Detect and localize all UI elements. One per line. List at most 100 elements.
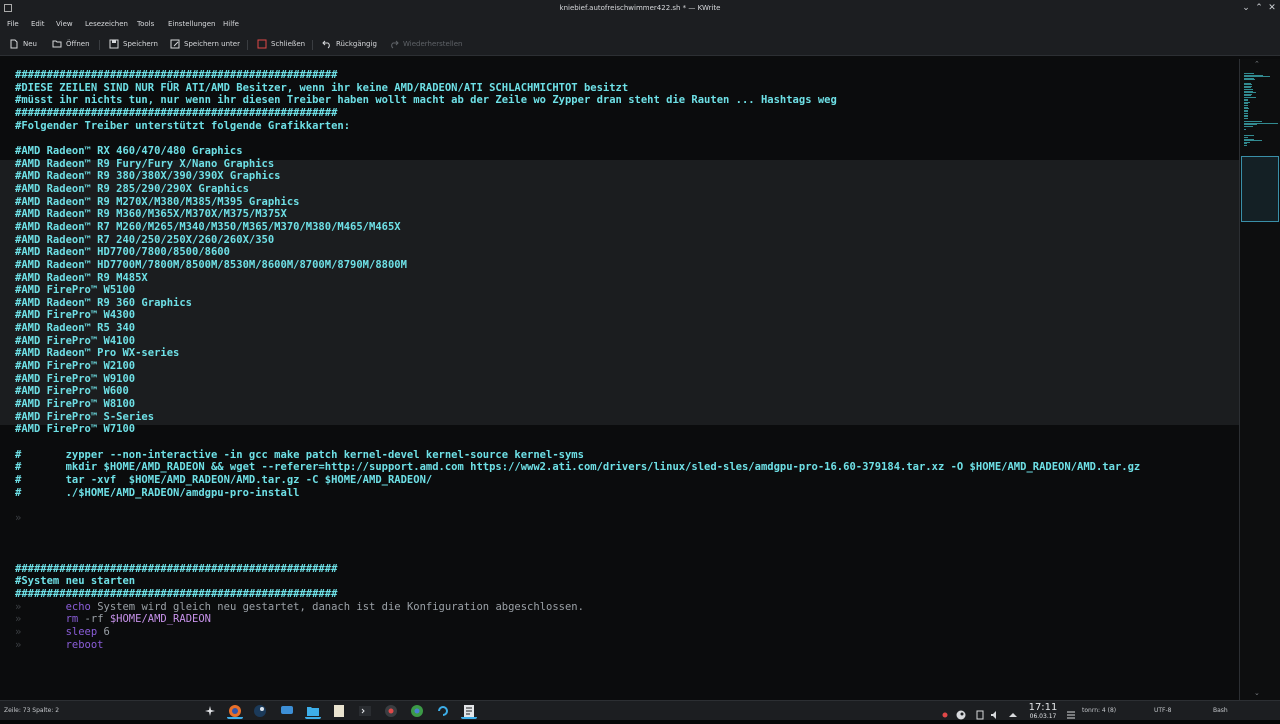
undo-button[interactable]: Rückgängig — [322, 37, 377, 51]
code-line[interactable]: # tar -xvf $HOME/AMD_RADEON/AMD.tar.gz -… — [15, 474, 1140, 487]
clipboard-icon[interactable] — [975, 705, 985, 720]
menu-help[interactable]: Hilfe — [223, 20, 239, 28]
app-launcher-icon[interactable] — [202, 703, 218, 719]
code-line[interactable]: #AMD Radeon™ R9 380/380X/390/390X Graphi… — [15, 170, 1140, 183]
redo-button[interactable]: Wiederherstellen — [389, 37, 462, 51]
menu-file[interactable]: File — [7, 20, 19, 28]
scroll-up-icon[interactable]: ⌃ — [1254, 60, 1260, 68]
code-line[interactable]: #AMD Radeon™ RX 460/470/480 Graphics — [15, 145, 1140, 158]
tray-expand-icon[interactable] — [1008, 705, 1018, 717]
code-line[interactable]: ########################################… — [15, 107, 1140, 120]
code-line[interactable]: #müsst ihr nichts tun, nur wenn ihr dies… — [15, 94, 1140, 107]
code-line[interactable]: ########################################… — [15, 588, 1140, 601]
code-line[interactable]: #AMD FirePro™ W5100 — [15, 284, 1140, 297]
save-button[interactable]: Speichern — [109, 37, 158, 51]
shell-arguments: -rf — [78, 613, 110, 626]
minimap-viewport[interactable] — [1241, 156, 1279, 222]
code-line[interactable]: #AMD Radeon™ HD7700M/7800M/8500M/8530M/8… — [15, 259, 1140, 272]
code-line[interactable]: # mkdir $HOME/AMD_RADEON && wget --refer… — [15, 461, 1140, 474]
save-as-button[interactable]: Speichern unter — [170, 37, 240, 51]
close-document-button[interactable]: Schließen — [257, 37, 305, 51]
code-line[interactable]: ########################################… — [15, 563, 1140, 576]
kwrite-task-icon[interactable] — [461, 703, 477, 719]
firefox-icon[interactable] — [227, 703, 243, 719]
menu-tools[interactable]: Tools — [137, 20, 154, 28]
code-line[interactable]: #AMD FirePro™ W4300 — [15, 309, 1140, 322]
recording-indicator-icon[interactable] — [940, 705, 950, 718]
code-line[interactable]: #AMD FirePro™ S-Series — [15, 411, 1140, 424]
code-line[interactable]: ########################################… — [15, 69, 1140, 82]
code-line[interactable]: #System neu starten — [15, 575, 1140, 588]
new-document-icon — [9, 39, 19, 49]
code-line[interactable]: #AMD Radeon™ R7 240/250/250X/260/260X/35… — [15, 234, 1140, 247]
code-line[interactable]: #AMD FirePro™ W600 — [15, 385, 1140, 398]
code-line[interactable] — [15, 525, 1140, 538]
scroll-down-icon[interactable]: ⌄ — [1254, 689, 1260, 697]
syntax-mode-selector[interactable]: Bash — [1213, 707, 1228, 714]
code-line[interactable]: » sleep 6 — [15, 626, 1140, 639]
code-line[interactable] — [15, 436, 1140, 449]
code-line[interactable] — [15, 132, 1140, 145]
code-line[interactable]: #AMD FirePro™ W9100 — [15, 373, 1140, 386]
code-line[interactable]: » reboot — [15, 639, 1140, 652]
menu-view[interactable]: View — [56, 20, 73, 28]
minimap-line — [1244, 129, 1246, 130]
code-line[interactable]: #AMD Radeon™ R9 M360/M365X/M370X/M375/M3… — [15, 208, 1140, 221]
code-line[interactable]: #AMD FirePro™ W2100 — [15, 360, 1140, 373]
new-button[interactable]: Neu — [9, 37, 37, 51]
file-manager-icon[interactable] — [305, 703, 321, 719]
encoding-selector[interactable]: UTF-8 — [1154, 707, 1172, 714]
code-line[interactable]: #AMD FirePro™ W8100 — [15, 398, 1140, 411]
window-title: kniebief.autofreischwimmer422.sh * — KWr… — [559, 4, 721, 12]
code-line[interactable]: #Folgender Treiber unterstützt folgende … — [15, 120, 1140, 133]
media-recorder-icon[interactable] — [383, 703, 399, 719]
volume-icon[interactable] — [990, 705, 1000, 719]
open-button[interactable]: Öffnen — [52, 37, 90, 51]
code-line[interactable]: #AMD FirePro™ W7100 — [15, 423, 1140, 436]
update-icon[interactable] — [435, 703, 451, 719]
text-editor-area[interactable]: ########################################… — [0, 59, 1239, 701]
indent-marker: » — [15, 638, 66, 651]
taskbar: Zeile: 73 Spalte: 2 17:11 06.03.17 tonrn… — [0, 700, 1280, 720]
code-line[interactable]: #AMD Radeon™ R9 M270X/M380/M385/M395 Gra… — [15, 196, 1140, 209]
close-icon[interactable]: ✕ — [1266, 2, 1278, 14]
code-line[interactable]: # ./$HOME/AMD_RADEON/amdgpu-pro-install — [15, 487, 1140, 500]
minimize-icon[interactable]: ⌃ — [1253, 2, 1265, 14]
code-content[interactable]: ########################################… — [15, 69, 1140, 651]
help-icon[interactable]: ⌄ — [1240, 2, 1252, 14]
chrome-icon[interactable] — [409, 703, 425, 719]
shell-keyword: rm — [65, 613, 79, 626]
code-line[interactable] — [15, 550, 1140, 563]
steam-icon[interactable] — [252, 703, 268, 719]
code-line[interactable]: » — [15, 512, 1140, 525]
code-line[interactable]: #AMD Radeon™ R9 360 Graphics — [15, 297, 1140, 310]
code-line[interactable]: #AMD Radeon™ R9 285/290/290X Graphics — [15, 183, 1140, 196]
code-line[interactable] — [15, 499, 1140, 512]
code-line[interactable]: #AMD Radeon™ R9 M485X — [15, 272, 1140, 285]
menu-bookmarks[interactable]: Lesezeichen — [85, 20, 128, 28]
digital-clock[interactable]: 17:11 06.03.17 — [1024, 702, 1062, 720]
code-line[interactable]: #AMD Radeon™ HD7700/7800/8500/8600 — [15, 246, 1140, 259]
code-line[interactable]: #DIESE ZEILEN SIND NUR FÜR ATI/AMD Besit… — [15, 82, 1140, 95]
steam-tray-icon[interactable] — [956, 705, 966, 720]
menu-settings[interactable]: Einstellungen — [168, 20, 215, 28]
indent-marker: » — [15, 625, 66, 638]
text-file-icon[interactable] — [331, 703, 347, 719]
code-line[interactable] — [15, 537, 1140, 550]
code-line[interactable]: » echo System wird gleich neu gestartet,… — [15, 601, 1140, 614]
input-mode[interactable]: tonrn: 4 (8) — [1082, 707, 1116, 714]
code-line[interactable]: #AMD FirePro™ W4100 — [15, 335, 1140, 348]
title-bar[interactable]: kniebief.autofreischwimmer422.sh * — KWr… — [0, 0, 1280, 16]
menu-edit[interactable]: Edit — [31, 20, 45, 28]
code-line[interactable]: #AMD Radeon™ R7 M260/M265/M340/M350/M365… — [15, 221, 1140, 234]
minimap-scrollbar[interactable]: ⌃ ⌄ — [1239, 59, 1280, 701]
code-line[interactable]: #AMD Radeon™ R5 340 — [15, 322, 1140, 335]
terminal-icon[interactable] — [357, 703, 373, 719]
code-line[interactable]: » rm -rf $HOME/AMD_RADEON — [15, 613, 1140, 626]
chat-icon[interactable] — [279, 703, 295, 719]
code-line[interactable]: # zypper --non-interactive -in gcc make … — [15, 449, 1140, 462]
shell-keyword: sleep — [65, 625, 98, 638]
code-line[interactable]: #AMD Radeon™ R9 Fury/Fury X/Nano Graphic… — [15, 158, 1140, 171]
hamburger-menu-icon[interactable] — [1066, 705, 1076, 719]
code-line[interactable]: #AMD Radeon™ Pro WX-series — [15, 347, 1140, 360]
